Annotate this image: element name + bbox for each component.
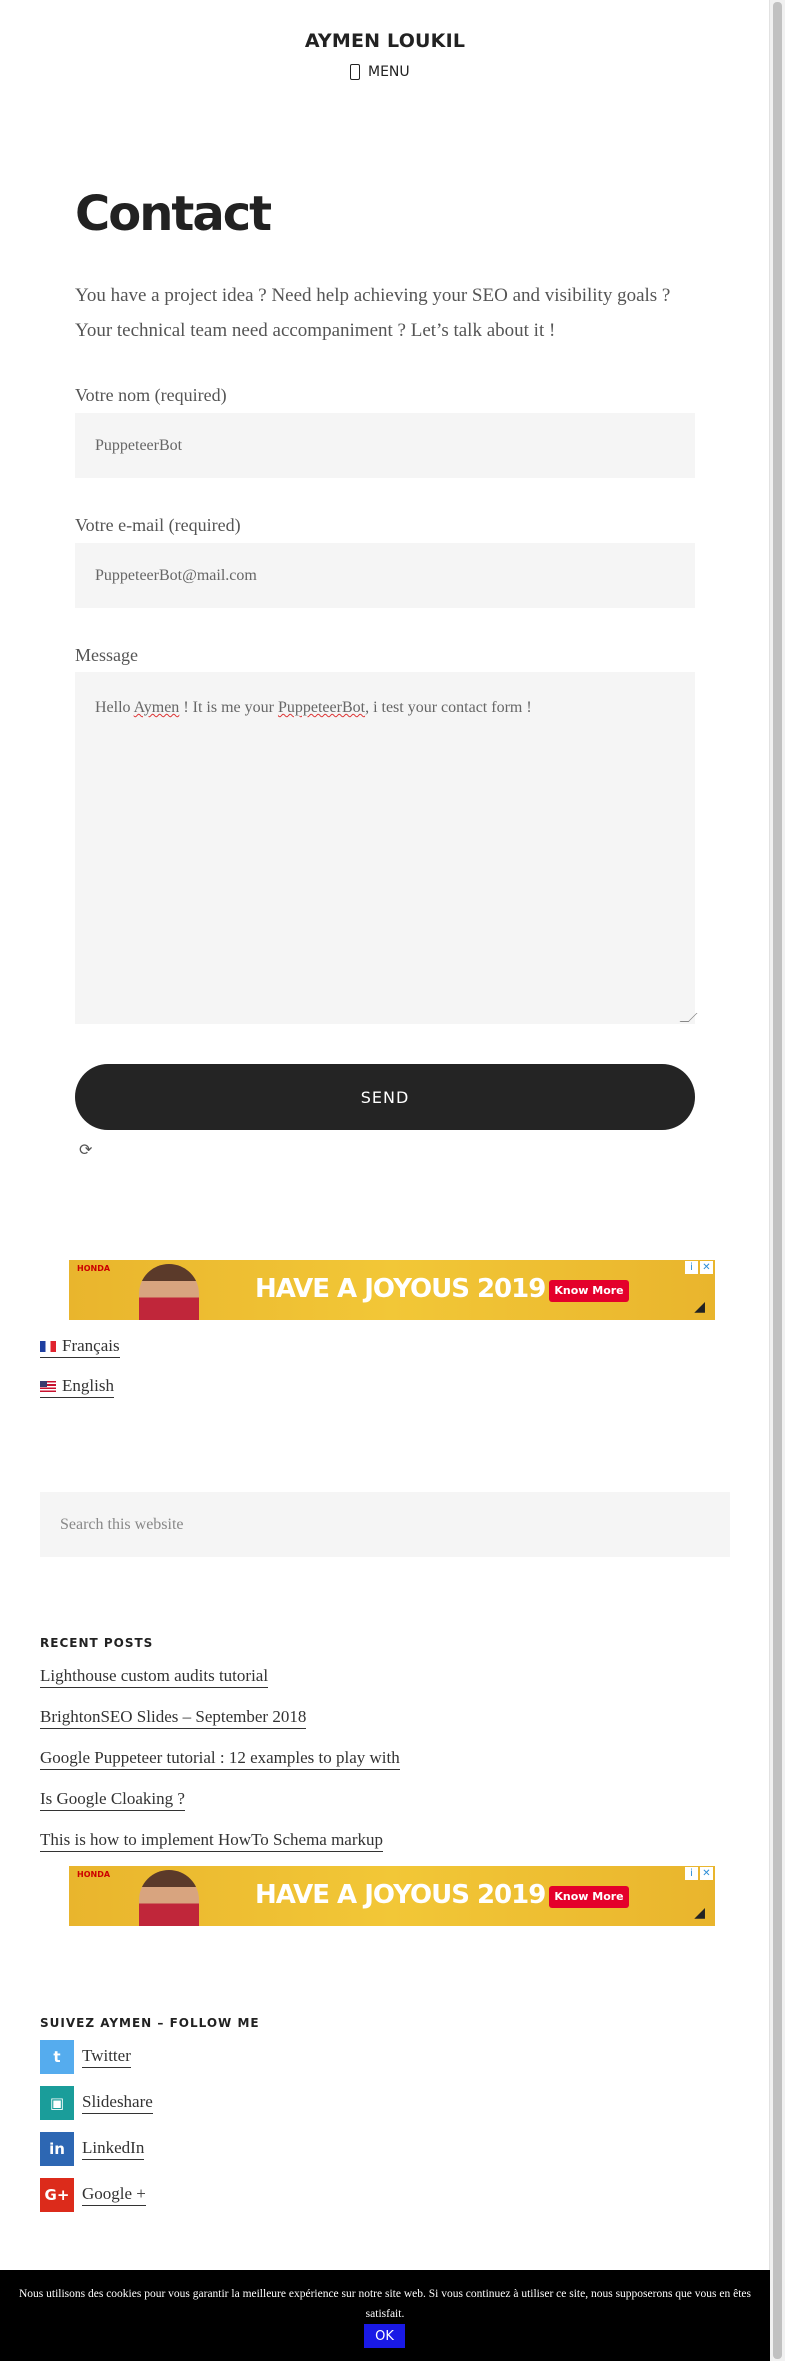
french-flag-icon [40,1340,56,1352]
scrollbar-thumb[interactable] [773,2,782,2359]
language-link-francais[interactable]: Français [40,1336,120,1358]
social-link-linkedin[interactable]: in LinkedIn [40,2132,145,2166]
ad-cta-button[interactable]: Know More [549,1280,629,1302]
recent-post-link[interactable]: Is Google Cloaking ? [40,1789,185,1811]
language-label: English [62,1376,114,1395]
intro-text: You have a project idea ? Need help achi… [75,285,671,341]
adchoices-icon[interactable]: i [685,1261,698,1274]
resize-grip-icon[interactable] [679,1013,698,1022]
social-label: Google + [82,2184,146,2206]
linkedin-icon: in [40,2132,74,2166]
honda-wing-icon: ◢ [694,1300,705,1315]
page-title: Contact [75,186,272,242]
social-label: LinkedIn [82,2138,145,2160]
twitter-icon: t [40,2040,74,2074]
ad-headline: HAVE A JOYOUS 2019 [255,1880,546,1910]
social-label: Twitter [82,2046,131,2068]
ad-close-icon[interactable]: ✕ [700,1261,713,1274]
recent-post-link[interactable]: Google Puppeteer tutorial : 12 examples … [40,1748,400,1770]
social-label: Slideshare [82,2092,153,2114]
page-scrollbar[interactable] [769,0,785,2361]
us-flag-icon [40,1380,56,1392]
cookie-ok-button[interactable]: OK [364,2324,405,2348]
email-label: Votre e-mail (required) [75,515,241,535]
name-field[interactable]: PuppeteerBot [75,413,695,478]
name-label: Votre nom (required) [75,385,227,405]
social-link-slideshare[interactable]: ▣ Slideshare [40,2086,153,2120]
cookie-text: Nous utilisons des cookies pour vous gar… [18,2288,751,2320]
google-plus-icon: G+ [40,2178,74,2212]
menu-toggle-button[interactable]: MENU [350,64,410,80]
ad-brand: HONDA [77,1870,111,1879]
social-link-twitter[interactable]: t Twitter [40,2040,131,2074]
search-input[interactable]: Search this website [40,1492,730,1557]
message-text: Hello Aymen ! It is me your PuppeteerBot… [95,699,532,716]
ad-headline: HAVE A JOYOUS 2019 [255,1274,546,1304]
message-textarea[interactable]: Hello Aymen ! It is me your PuppeteerBot… [75,672,698,1024]
refresh-icon: ⟳ [79,1142,93,1159]
ad-person-image [139,1264,199,1320]
ad-cta-button[interactable]: Know More [549,1886,629,1908]
menu-label: MENU [368,64,410,80]
language-link-english[interactable]: English [40,1376,114,1398]
message-label: Message [75,645,138,665]
recent-post-link[interactable]: This is how to implement HowTo Schema ma… [40,1830,384,1852]
ad-close-icon[interactable]: ✕ [700,1867,713,1880]
ad-banner[interactable]: HONDA HAVE A JOYOUS 2019 Know More i ✕ ◢ [69,1866,715,1926]
ad-banner[interactable]: HONDA HAVE A JOYOUS 2019 Know More i ✕ ◢ [69,1260,715,1320]
recent-post-link[interactable]: BrightonSEO Slides – September 2018 [40,1707,307,1729]
menu-icon [350,64,360,80]
adchoices-icon[interactable]: i [685,1867,698,1880]
social-link-google-plus[interactable]: G+ Google + [40,2178,146,2212]
ad-brand: HONDA [77,1264,111,1273]
honda-wing-icon: ◢ [694,1906,705,1921]
ad-person-image [139,1870,199,1926]
language-label: Français [62,1336,120,1355]
recent-post-link[interactable]: Lighthouse custom audits tutorial [40,1666,269,1688]
slideshare-icon: ▣ [40,2086,74,2120]
email-field[interactable]: PuppeteerBot@mail.com [75,543,695,608]
site-title[interactable]: AYMEN LOUKIL [0,30,770,52]
send-button[interactable]: SEND [75,1064,695,1130]
recent-posts-title: RECENT POSTS [40,1636,154,1650]
follow-title: SUIVEZ AYMEN – FOLLOW ME [40,2016,260,2030]
